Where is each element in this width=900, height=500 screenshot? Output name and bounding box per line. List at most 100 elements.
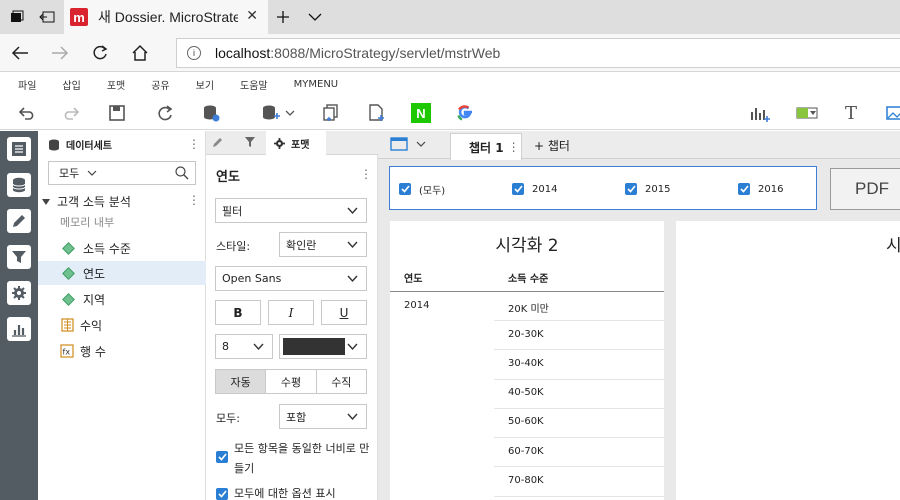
refresh-icon[interactable] [82, 36, 118, 70]
format-target-select[interactable]: 필터 [215, 198, 367, 223]
grid-cell-year[interactable]: 2014 [404, 300, 429, 311]
format-target-value: 필터 [222, 204, 243, 218]
pdf-export-button[interactable]: PDF [830, 168, 900, 210]
chevron-down-icon[interactable] [298, 0, 332, 34]
chapter-tab-1[interactable]: 챕터 1 ⋮ [450, 133, 522, 160]
dataset-item-income-level[interactable]: 소득 수준 [60, 236, 206, 260]
orientation-horizontal[interactable]: 수평 [266, 370, 317, 393]
text-box-icon[interactable]: T [838, 100, 864, 126]
dataset-item-label: 수익 [80, 318, 103, 333]
undo-icon[interactable] [14, 100, 40, 126]
menu-view[interactable]: 보기 [196, 77, 214, 92]
close-tab-icon[interactable]: ✕ [246, 8, 258, 24]
new-page-icon[interactable] [364, 100, 390, 126]
grid-cell-income[interactable]: 50-60K [508, 416, 544, 427]
dataset-kebab-icon[interactable]: ⋮ [188, 193, 200, 207]
editor-tab-pencil-icon[interactable] [212, 136, 224, 151]
menu-format[interactable]: 포맷 [107, 77, 125, 92]
dataset-scope-select[interactable]: 모두 [48, 161, 196, 185]
font-color-select[interactable] [279, 334, 367, 359]
checkbox-checked[interactable] [738, 183, 750, 195]
grid-cell-income[interactable]: 20K 미만 [508, 300, 549, 315]
datasets-panel-icon[interactable] [7, 173, 31, 197]
menu-insert[interactable]: 삽입 [62, 77, 80, 92]
dataset-scope-value: 모두 [59, 167, 80, 180]
italic-button[interactable]: I [268, 300, 314, 325]
grid-cell-income[interactable]: 60-70K [508, 446, 544, 457]
show-all-option-checkbox[interactable] [216, 488, 228, 500]
grid-cell-income[interactable]: 20-30K [508, 329, 544, 340]
orientation-auto[interactable]: 자동 [216, 370, 267, 393]
home-icon[interactable] [122, 36, 158, 70]
format-gear-icon[interactable] [7, 281, 31, 305]
naver-icon[interactable]: N [408, 100, 434, 126]
font-size-value: 8 [222, 340, 229, 353]
url-input[interactable]: i localhost:8088/MicroStrategy/servlet/m… [176, 38, 900, 68]
add-chapter-button[interactable]: + 챕터 [534, 137, 570, 154]
menu-file[interactable]: 파일 [18, 77, 36, 92]
menu-mymenu[interactable]: MYMENU [294, 79, 338, 90]
kebab-menu-icon[interactable]: ⋮ [188, 137, 200, 151]
grid-cell-income[interactable]: 70-80K [508, 475, 544, 486]
page-layout-button[interactable] [390, 137, 426, 151]
back-arrow-icon[interactable] [2, 36, 38, 70]
filter-tab-icon[interactable] [244, 136, 256, 151]
save-icon[interactable] [104, 100, 130, 126]
format-kebab-icon[interactable]: ⋮ [360, 167, 372, 181]
table-of-contents-icon[interactable] [7, 137, 31, 161]
menu-share[interactable]: 공유 [151, 77, 169, 92]
grid-cell-income[interactable]: 40-50K [508, 387, 544, 398]
filter-option-2014[interactable]: 2014 [512, 182, 557, 196]
dataset-item-year[interactable]: 연도 [38, 261, 206, 285]
dataset-item-region[interactable]: 지역 [60, 287, 206, 311]
data-source-icon[interactable] [198, 100, 224, 126]
browser-tab-active[interactable]: m 새 Dossier. MicroStrategy ✕ [64, 0, 268, 34]
google-icon[interactable] [452, 100, 478, 126]
refresh-data-icon[interactable] [152, 100, 178, 126]
info-icon[interactable]: i [187, 46, 201, 60]
font-family-value: Open Sans [222, 272, 282, 285]
image-icon[interactable] [882, 100, 900, 126]
add-data-icon[interactable] [258, 100, 298, 126]
checkbox-checked[interactable] [625, 183, 637, 195]
dataset-tree-node[interactable]: 고객 소득 분석 [42, 193, 131, 210]
filter-option-label: (모두) [419, 185, 446, 197]
redo-icon[interactable] [58, 100, 84, 126]
grid-cell-income[interactable]: 30-40K [508, 358, 544, 369]
bold-button[interactable]: B [215, 300, 261, 325]
editor-pencil-icon[interactable] [7, 209, 31, 233]
new-tab-icon[interactable] [266, 0, 300, 34]
checkbox-checked[interactable] [512, 183, 524, 195]
underline-button[interactable]: U [321, 300, 367, 325]
filter-panel-icon[interactable] [7, 245, 31, 269]
equal-width-checkbox[interactable] [216, 451, 228, 463]
filter-option-2015[interactable]: 2015 [625, 182, 670, 196]
font-size-select[interactable]: 8 [215, 334, 273, 359]
dataset-item-label: 연도 [83, 266, 106, 281]
all-option-select[interactable]: 포함 [279, 404, 367, 429]
filter-widget-icon[interactable] [794, 100, 820, 126]
add-visualization-icon[interactable] [748, 100, 774, 126]
filter-option-all[interactable]: (모두) [399, 182, 446, 197]
format-tab[interactable]: 포맷 [266, 131, 326, 155]
dataset-item-label: 소득 수준 [83, 241, 131, 256]
chapter-kebab-icon[interactable]: ⋮ [508, 140, 520, 154]
orientation-vertical[interactable]: 수직 [317, 370, 366, 393]
back-tabs-icon[interactable] [30, 0, 64, 34]
duplicate-page-icon[interactable] [318, 100, 344, 126]
grid-header-year[interactable]: 연도 [404, 270, 422, 285]
menu-help[interactable]: 도움말 [240, 77, 268, 92]
dataset-item-revenue[interactable]: 수익 [60, 313, 206, 337]
tab-actions-icon[interactable] [0, 0, 34, 34]
font-family-select[interactable]: Open Sans [215, 266, 367, 291]
dataset-item-row-count[interactable]: fx 행 수 [60, 339, 206, 363]
grid-header-income-level[interactable]: 소득 수준 [508, 270, 548, 285]
filter-option-2016[interactable]: 2016 [738, 182, 783, 196]
style-select[interactable]: 확인란 [279, 232, 367, 257]
visualization-properties-icon[interactable] [7, 317, 31, 341]
checkbox-checked[interactable] [399, 183, 411, 195]
search-icon[interactable] [175, 166, 189, 180]
caret-down-icon[interactable] [42, 198, 50, 206]
attribute-icon [62, 241, 75, 255]
forward-arrow-icon[interactable] [42, 36, 78, 70]
